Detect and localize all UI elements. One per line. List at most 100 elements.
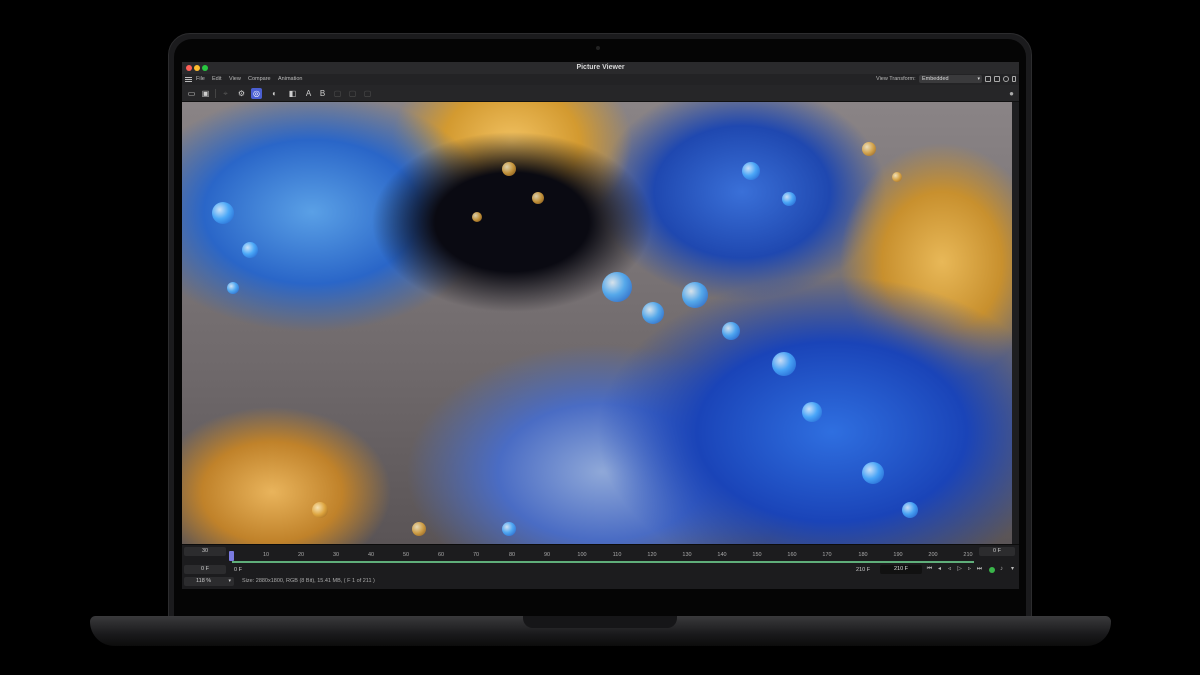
settings-icon[interactable]: ⚙ [236,88,247,99]
image-viewport[interactable] [182,102,1012,544]
tick-label: 110 [612,552,622,558]
menu-bar: File Edit View Compare Animation View Tr… [182,74,1019,85]
toolbar-divider [215,89,216,98]
end-frame-field[interactable]: 0 F [979,547,1015,556]
tick-label: 130 [682,552,692,558]
tick-label: 180 [858,552,868,558]
tick-label: 170 [822,552,832,558]
compare-b-button[interactable]: B [317,88,328,99]
render-bubble [642,302,664,324]
render-bubble [472,212,482,222]
zoom-select[interactable]: 118 % ▾ [184,577,234,586]
folder-icon[interactable]: ▭ [186,88,197,99]
current-frame-field[interactable]: 210 F [880,565,922,574]
render-bubble [312,502,328,518]
hand-icon[interactable] [1003,76,1009,82]
menu-animation[interactable]: Animation [278,76,302,82]
camera [596,46,600,50]
render-bubble [772,352,796,376]
zoom-value: 118 % [196,578,212,584]
render-bubble [412,522,426,536]
panel-icon[interactable] [985,76,991,82]
view-transform-label: View Transform: [876,76,916,82]
previous-key-icon[interactable]: ◂ [936,566,943,573]
swap-icon[interactable]: ▢ [332,88,343,99]
tick-label: 210 [963,552,973,558]
go-to-end-icon[interactable]: ⏭ [976,566,983,573]
tick-label: 200 [928,552,938,558]
tick-label: 30 [332,552,340,558]
step-forward-icon[interactable]: ▹ [966,566,973,573]
tick-label: 140 [717,552,727,558]
window-title: Picture Viewer [576,64,625,71]
menu-compare[interactable]: Compare [248,76,271,82]
compare-split-icon[interactable]: ◧ [287,88,298,99]
range-end-label: 210 F [856,567,871,573]
tick-label: 160 [787,552,797,558]
menu-view[interactable]: View [229,76,241,82]
render-bubble [782,192,796,206]
timeline-panel: 30 0 10 20 30 40 50 60 70 80 90 100 110 … [182,544,1019,589]
render-bubble [532,192,544,204]
menu-file[interactable]: File [196,76,205,82]
render-bubble [862,142,876,156]
render-bubble [802,402,822,422]
tick-label: 40 [367,552,375,558]
title-bar: Picture Viewer [182,62,1019,74]
layers-icon[interactable]: ▢ [347,88,358,99]
playback-range-bar[interactable] [232,561,974,563]
image-info-status: Size: 2880x1800, RGB (8 Bit), 15.41 MB, … [242,578,375,584]
pin-icon[interactable] [1012,76,1016,82]
render-bubble [682,282,708,308]
view-transform-select[interactable]: Embedded ▾ [919,75,982,83]
save-icon[interactable]: ▣ [200,88,211,99]
link-icon[interactable]: ▢ [362,88,373,99]
render-bubble [212,202,234,224]
tick-label: 100 [577,552,587,558]
contrast-icon[interactable]: ◐ [269,88,280,99]
tick-label: 20 [297,552,305,558]
tick-label: 190 [893,552,903,558]
menu-edit[interactable]: Edit [212,76,221,82]
app-window: Picture Viewer File Edit View Compare An… [182,62,1019,589]
render-bubble [242,242,258,258]
fps-field[interactable]: 30 [184,547,226,556]
tick-label: 60 [437,552,445,558]
render-bubble [892,172,902,182]
render-bubble [227,282,239,294]
expand-icon[interactable] [994,76,1000,82]
disabled-tool-icon[interactable]: ⌖ [220,88,231,99]
step-back-icon[interactable]: ◃ [946,566,953,573]
tick-label: 120 [647,552,657,558]
microphone-icon[interactable]: ● [1006,88,1017,99]
toolbar: ▭ ▣ ⌖ ⚙ ◎ ◐ ◧ A B ▢ ▢ ▢ ● [182,85,1019,102]
tick-label: 80 [508,552,516,558]
tick-label: 50 [402,552,410,558]
filter-icon[interactable]: ◎ [251,88,262,99]
tick-label: 150 [752,552,762,558]
record-indicator-icon[interactable] [989,567,995,573]
render-bubble [502,162,516,176]
sound-icon[interactable]: ♪ [998,566,1005,573]
render-bubble [742,162,760,180]
chevron-down-icon: ▾ [977,76,980,82]
options-chevron-icon[interactable]: ▾ [1009,566,1016,573]
render-bubble [722,322,740,340]
play-icon[interactable]: ▷ [956,566,963,573]
laptop-notch [523,616,677,628]
tick-label: 10 [262,552,270,558]
range-start-label: 0 F [234,567,242,573]
tick-label: 90 [543,552,551,558]
compare-a-button[interactable]: A [303,88,314,99]
tick-label: 70 [472,552,480,558]
hamburger-menu-icon[interactable] [185,77,192,82]
start-frame-field[interactable]: 0 F [184,565,226,574]
render-bubble [502,522,516,536]
render-bubble [602,272,632,302]
render-bubble [862,462,884,484]
chevron-down-icon: ▾ [228,578,231,584]
timeline-ruler[interactable]: 0 10 20 30 40 50 60 70 80 90 100 110 120… [229,547,974,558]
playhead-handle[interactable] [229,551,234,561]
go-to-start-icon[interactable]: ⏮ [926,566,933,573]
view-transform-value: Embedded [922,76,949,82]
